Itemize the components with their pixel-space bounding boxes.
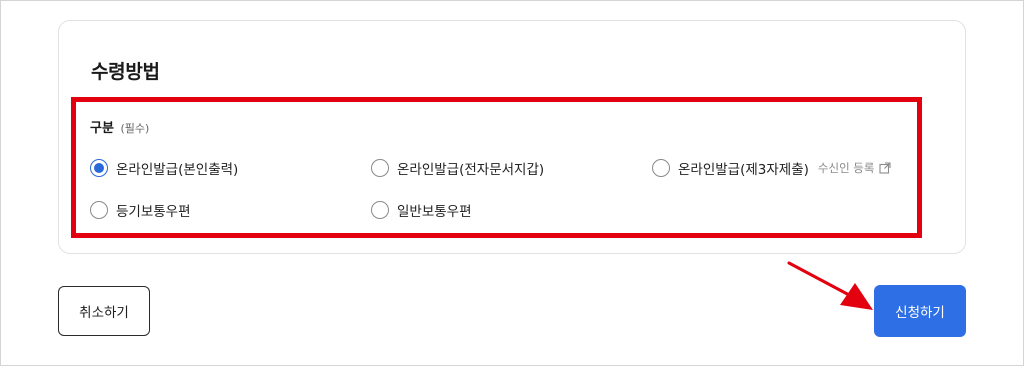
- cancel-button[interactable]: 취소하기: [58, 286, 150, 336]
- radio-label: 등기보통우편: [116, 204, 191, 220]
- annotation-arrow-icon: [787, 261, 873, 310]
- radio-button[interactable]: [90, 201, 108, 219]
- radio-option-online-e-wallet[interactable]: 온라인발급(전자문서지갑): [371, 157, 544, 179]
- recipient-register-label: 수신인 등록: [817, 161, 875, 175]
- category-label-text: 구분: [90, 121, 114, 136]
- radio-button[interactable]: [371, 201, 389, 219]
- radio-label: 온라인발급(제3자제출): [678, 162, 809, 178]
- radio-option-registered-mail[interactable]: 등기보통우편: [90, 199, 191, 221]
- radio-label: 온라인발급(본인출력): [116, 162, 239, 178]
- radio-option-online-third-party[interactable]: 온라인발급(제3자제출) 수신인 등록: [652, 157, 892, 179]
- radio-label: 일반보통우편: [397, 204, 472, 220]
- required-note: (필수): [120, 122, 150, 135]
- radio-button[interactable]: [652, 159, 670, 177]
- radio-label: 온라인발급(전자문서지갑): [397, 162, 545, 178]
- section-title: 수령방법: [91, 61, 160, 83]
- apply-button[interactable]: 신청하기: [874, 285, 966, 337]
- radio-button[interactable]: [371, 159, 389, 177]
- recipient-register-link[interactable]: 수신인 등록: [818, 160, 892, 176]
- category-label: 구분 (필수): [90, 117, 149, 136]
- radio-option-online-self-print[interactable]: 온라인발급(본인출력): [90, 157, 238, 179]
- radio-dot: [94, 163, 104, 173]
- radio-option-regular-mail[interactable]: 일반보통우편: [371, 199, 472, 221]
- radio-button-checked[interactable]: [90, 159, 108, 177]
- external-link-icon: [879, 162, 892, 174]
